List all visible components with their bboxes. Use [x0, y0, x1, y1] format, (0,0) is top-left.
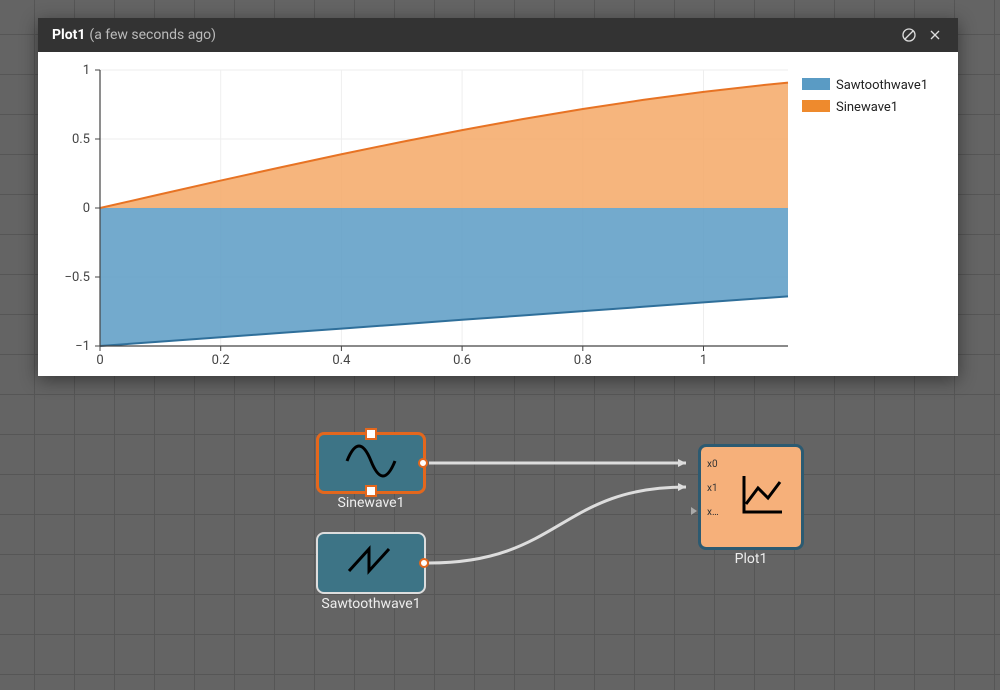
sine-wave-icon [343, 441, 399, 485]
node-label: Plot1 [671, 551, 831, 567]
input-port-xrest-label: x… [707, 507, 719, 518]
svg-text:0.6: 0.6 [453, 353, 471, 368]
panel-header[interactable]: Plot1 (a few seconds ago) [38, 18, 958, 52]
node-sinewave[interactable]: Sinewave1 [316, 432, 426, 494]
node-label: Sinewave1 [291, 495, 451, 511]
input-port-x0-label: x0 [707, 459, 718, 470]
svg-text:0.4: 0.4 [332, 353, 351, 368]
svg-text:0.2: 0.2 [212, 353, 230, 368]
panel-title: Plot1 [52, 27, 85, 43]
chart-area[interactable]: 0 0.2 0.4 0.6 0.8 1 1 0.5 0 −0.5 −1 Sawtoothwave1 Si… [38, 52, 958, 376]
panel-subtitle: (a few seconds ago) [89, 27, 216, 43]
plot-icon [734, 468, 788, 526]
node-sawtoothwave[interactable]: Sawtoothwave1 [316, 532, 426, 594]
svg-text:0: 0 [96, 353, 103, 368]
selection-handle-top[interactable] [365, 428, 377, 440]
svg-text:−0.5: −0.5 [65, 270, 90, 285]
svg-text:Sawtoothwave1: Sawtoothwave1 [836, 78, 928, 93]
disable-icon[interactable] [896, 22, 922, 48]
close-icon[interactable] [922, 22, 948, 48]
input-port-x1-label: x1 [707, 483, 718, 494]
svg-text:0.8: 0.8 [574, 353, 592, 368]
svg-text:1: 1 [83, 63, 90, 78]
chart-svg: 0 0.2 0.4 0.6 0.8 1 1 0.5 0 −0.5 −1 Sawtoothwave1 Si… [38, 52, 958, 376]
plot-panel[interactable]: Plot1 (a few seconds ago) 0 0.2 0.4 0.6 0.8 1… [38, 18, 958, 376]
output-port[interactable] [418, 458, 428, 468]
output-port[interactable] [419, 558, 429, 568]
node-editor-canvas[interactable]: Plot1 (a few seconds ago) 0 0.2 0.4 0.6 0.8 1… [0, 0, 1000, 690]
svg-text:0.5: 0.5 [72, 132, 90, 147]
svg-text:−1: −1 [75, 339, 90, 354]
svg-text:0: 0 [83, 201, 90, 216]
node-plot[interactable]: x0 x1 x… Plot1 [698, 444, 804, 550]
svg-text:Sinewave1: Sinewave1 [836, 100, 898, 115]
sawtooth-wave-icon [343, 541, 399, 585]
svg-text:1: 1 [700, 353, 707, 368]
node-label: Sawtoothwave1 [291, 596, 451, 612]
